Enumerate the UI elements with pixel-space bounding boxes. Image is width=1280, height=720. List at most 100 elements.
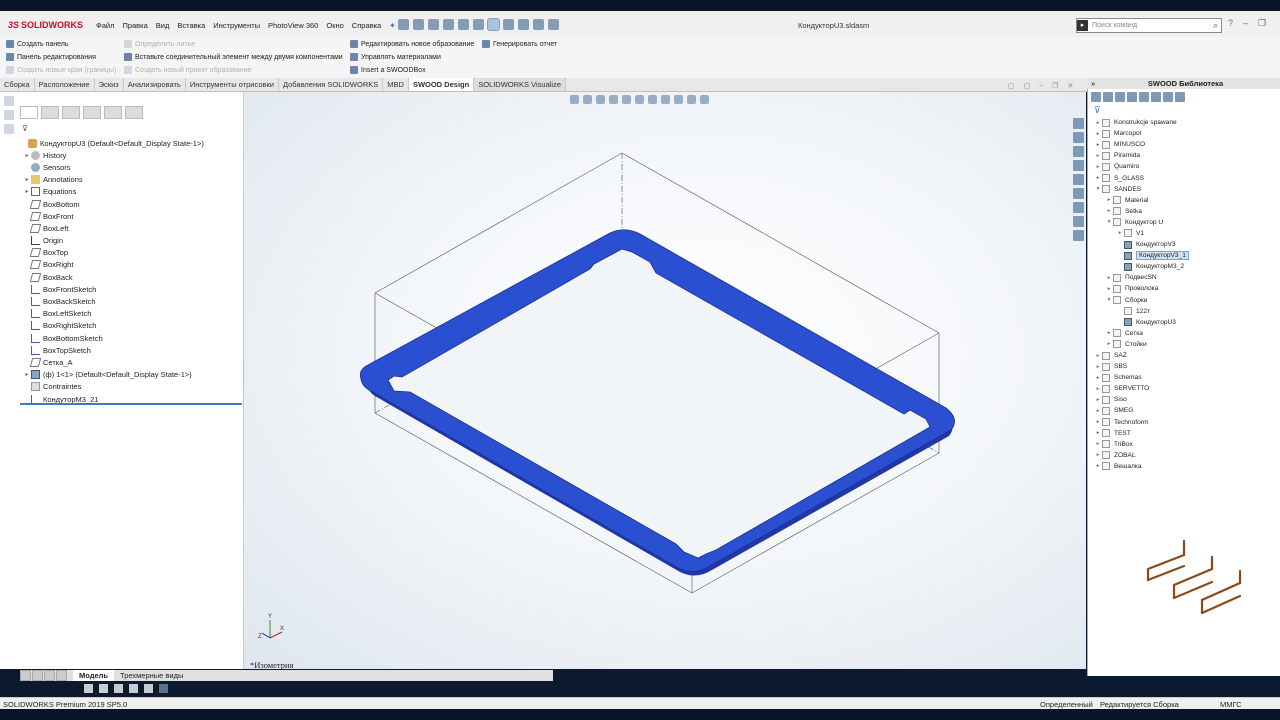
tab-sketch[interactable]: Эскиз — [95, 78, 124, 91]
library-view-icon-3[interactable] — [1115, 92, 1125, 102]
search-input[interactable]: Поиск команд — [1092, 22, 1137, 29]
expand-arrow-icon[interactable]: ▸ — [1094, 463, 1102, 469]
property-manager-tab-icon[interactable] — [41, 106, 59, 119]
tree-item[interactable]: BoxBottom — [20, 198, 242, 210]
file-properties-icon[interactable] — [518, 19, 529, 30]
select-icon[interactable] — [487, 18, 500, 31]
configuration-manager-tab-icon[interactable] — [62, 106, 80, 119]
menu-photoview[interactable]: PhotoView 360 — [268, 21, 318, 30]
expand-arrow-icon[interactable]: ▸ — [1094, 353, 1102, 359]
library-item[interactable]: ▸ Material — [1094, 195, 1279, 206]
library-item[interactable]: ▸ Marcopol — [1094, 128, 1279, 139]
library-item[interactable]: ▸ ZOBAL — [1094, 450, 1279, 461]
last-tab-icon[interactable] — [56, 670, 67, 681]
insert-connector-button[interactable]: Вставьте соединительный элемент между дв… — [124, 53, 343, 61]
tree-item[interactable]: BoxBack — [20, 271, 242, 283]
manage-materials-button[interactable]: Управлять материалами — [350, 53, 441, 61]
expand-arrow-icon[interactable]: ▸ — [1094, 364, 1102, 370]
viewport-icon-1[interactable]: ▢ — [1008, 82, 1015, 90]
undo-icon[interactable] — [473, 19, 484, 30]
view-orientation-icon[interactable] — [635, 95, 644, 104]
viewport-restore-icon[interactable]: ❐ — [1052, 82, 1058, 90]
expand-arrow-icon[interactable]: ▸ — [1094, 386, 1102, 392]
file-explorer-icon[interactable] — [1073, 146, 1084, 157]
display-style-icon[interactable] — [648, 95, 657, 104]
create-panel-button[interactable]: Создать панель — [6, 40, 69, 48]
swood-settings-icon[interactable] — [1073, 230, 1084, 241]
solidworks-logo[interactable]: 3S SOLIDWORKS — [8, 16, 84, 34]
expand-arrow-icon[interactable]: ▾ — [1105, 297, 1113, 303]
stack-icon[interactable] — [144, 684, 153, 693]
tab-model[interactable]: Модель — [73, 670, 115, 681]
library-item[interactable]: КондукторV3_1 — [1094, 250, 1279, 261]
edit-icon[interactable] — [99, 684, 108, 693]
expand-arrow-icon[interactable]: ▾ — [1105, 219, 1113, 225]
search-icon[interactable]: ⌕ — [1213, 20, 1218, 31]
tree-item[interactable]: BoxBottomSketch — [20, 332, 242, 344]
expand-arrow-icon[interactable]: ▸ — [1105, 208, 1113, 214]
library-item[interactable]: КондукторV3 — [1094, 239, 1279, 250]
expand-arrow-icon[interactable]: ▸ — [1094, 452, 1102, 458]
library-item[interactable]: ▸ SMEG — [1094, 405, 1279, 416]
previous-view-icon[interactable] — [596, 95, 605, 104]
expand-arrow-icon[interactable]: ▸ — [1105, 330, 1113, 336]
dimxpert-tab-icon[interactable] — [83, 106, 101, 119]
first-tab-icon[interactable] — [20, 670, 31, 681]
tree-root[interactable]: КондукторU3 (Default<Default_Display Sta… — [20, 137, 242, 149]
swood-library-icon[interactable] — [1073, 216, 1084, 227]
tab-solidworks-visualize[interactable]: SOLIDWORKS Visualize — [474, 78, 567, 91]
library-item[interactable]: ▸ SERVETTO — [1094, 383, 1279, 394]
expand-arrow-icon[interactable]: ▸ — [23, 188, 31, 195]
layers-icon[interactable] — [129, 684, 138, 693]
library-view-icon-7[interactable] — [1163, 92, 1173, 102]
rebuild-icon[interactable] — [503, 19, 514, 30]
expand-arrow-icon[interactable]: ▸ — [23, 176, 31, 183]
task-icon-2[interactable] — [4, 110, 14, 120]
library-item[interactable]: ▾ Кондуктор U — [1094, 217, 1279, 228]
expand-arrow-icon[interactable]: ▸ — [1094, 397, 1102, 403]
tree-item[interactable]: BoxBackSketch — [20, 295, 242, 307]
pencil-icon[interactable] — [114, 684, 123, 693]
apply-scene-icon[interactable] — [687, 95, 696, 104]
viewport-minimize-icon[interactable]: – — [1039, 82, 1043, 90]
next-tab-icon[interactable] — [44, 670, 55, 681]
search-mode-icon[interactable]: ▸ — [1077, 20, 1088, 31]
hide-show-icon[interactable] — [661, 95, 670, 104]
expand-arrow-icon[interactable]: ▸ — [23, 152, 31, 159]
tree-item[interactable]: ▸ History — [20, 149, 242, 161]
expand-arrow-icon[interactable]: ▸ — [1094, 175, 1102, 181]
tab-solidworks-addins[interactable]: Добавления SOLIDWORKS — [279, 78, 384, 91]
tree-item[interactable]: Sensors — [20, 161, 242, 173]
view-settings-icon[interactable] — [700, 95, 709, 104]
library-item[interactable]: ▸ Проволока — [1094, 283, 1279, 294]
library-item[interactable]: 122т — [1094, 306, 1279, 317]
insert-swoodbox-button[interactable]: Insert a SWOODBox — [350, 66, 426, 74]
create-project-button[interactable]: Создать новый проект образование — [124, 66, 252, 74]
library-item[interactable]: ▸ Schemas — [1094, 372, 1279, 383]
motion-icon[interactable] — [84, 684, 93, 693]
expand-arrow-icon[interactable]: ▸ — [1105, 275, 1113, 281]
graphics-area[interactable]: X Y Z — [244, 92, 1086, 669]
pin-icon[interactable]: ✦ — [389, 21, 395, 30]
tree-filter-icon[interactable]: ⊽ — [22, 124, 28, 133]
generate-report-button[interactable]: Генерировать отчет — [482, 40, 557, 48]
expand-arrow-icon[interactable]: ▸ — [1094, 131, 1102, 137]
tree-item[interactable]: Сетка_А — [20, 356, 242, 368]
tab-evaluate[interactable]: Анализировать — [124, 78, 186, 91]
help-icon[interactable]: ? — [1228, 18, 1233, 29]
library-item[interactable]: ▸ SAZ — [1094, 350, 1279, 361]
tab-layout[interactable]: Расположение — [35, 78, 95, 91]
library-item[interactable]: КондукторМ3_2 — [1094, 261, 1279, 272]
tree-item[interactable]: ▸ (ф) 1<1> (Default<Default_Display State… — [20, 369, 242, 381]
tree-item[interactable]: BoxRight — [20, 259, 242, 271]
tree-item[interactable]: BoxLeft — [20, 222, 242, 234]
tree-item[interactable]: ▸ Annotations — [20, 174, 242, 186]
library-view-icon-6[interactable] — [1151, 92, 1161, 102]
minimize-icon[interactable]: – — [1243, 18, 1248, 29]
zoom-fit-icon[interactable] — [570, 95, 579, 104]
feature-manager-tab-icon[interactable] — [20, 106, 38, 119]
tree-item[interactable]: BoxRightSketch — [20, 320, 242, 332]
library-item[interactable]: ▾ SANDES — [1094, 184, 1279, 195]
library-item[interactable]: КондукторU3 — [1094, 317, 1279, 328]
edit-formation-button[interactable]: Редактировать новое образование — [350, 40, 474, 48]
